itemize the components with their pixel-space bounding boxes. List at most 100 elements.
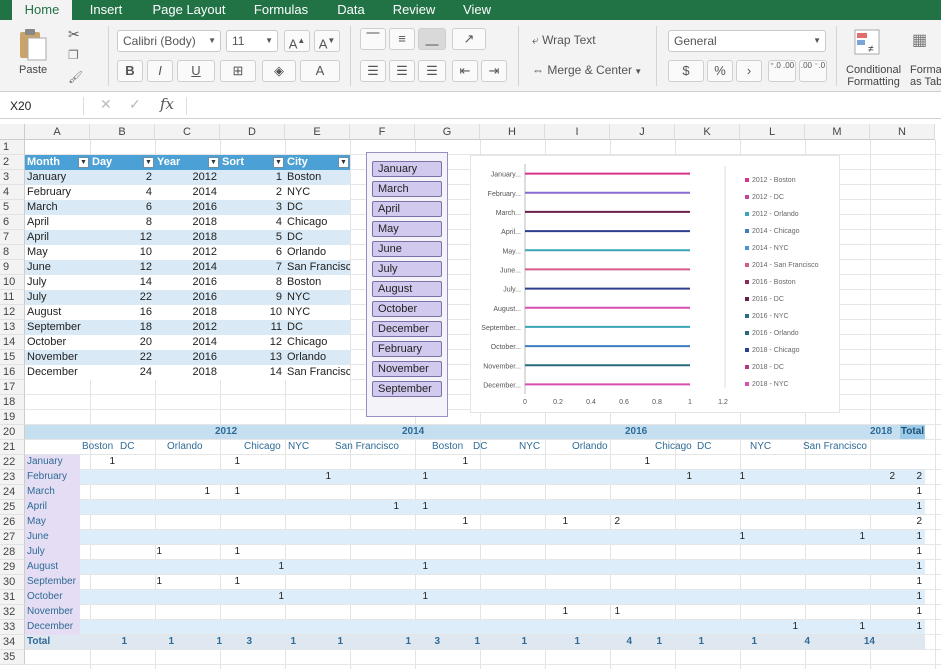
- copy-icon[interactable]: ❐: [68, 48, 79, 62]
- column-header-n[interactable]: N: [870, 124, 935, 140]
- row-header-18[interactable]: 18: [0, 395, 25, 410]
- table-cell[interactable]: 8: [220, 275, 285, 290]
- font-size-select[interactable]: 11 ▼: [226, 30, 278, 52]
- pivot-value[interactable]: 1: [853, 530, 865, 544]
- pivot-grand-total[interactable]: 1: [397, 635, 411, 649]
- slicer-item-october[interactable]: October: [372, 301, 442, 317]
- pivot-value[interactable]: 2: [608, 515, 620, 529]
- column-header-b[interactable]: B: [90, 124, 155, 140]
- select-all-corner[interactable]: [0, 124, 25, 140]
- align-left-button[interactable]: ☰: [360, 60, 386, 82]
- pivot-value[interactable]: 1: [198, 485, 210, 499]
- table-cell[interactable]: Boston: [285, 275, 350, 290]
- row-header-3[interactable]: 3: [0, 170, 25, 185]
- table-cell[interactable]: DC: [285, 200, 350, 215]
- table-cell[interactable]: DC: [285, 320, 350, 335]
- table-cell[interactable]: March: [25, 200, 90, 215]
- pivot-city-header[interactable]: Chicago: [244, 440, 281, 454]
- column-header-i[interactable]: I: [545, 124, 610, 140]
- table-cell[interactable]: 2014: [155, 185, 220, 200]
- formula-input[interactable]: [186, 97, 936, 115]
- pivot-year-2018[interactable]: 2018: [870, 425, 892, 439]
- percent-button[interactable]: %: [707, 60, 733, 82]
- table-cell[interactable]: San Francisco: [285, 365, 350, 380]
- decrease-decimal-button[interactable]: .00 ⁻.0: [799, 60, 827, 82]
- row-header-27[interactable]: 27: [0, 530, 25, 545]
- pivot-grand-total[interactable]: 1: [208, 635, 222, 649]
- table-cell[interactable]: NYC: [285, 305, 350, 320]
- table-cell[interactable]: 18: [90, 320, 155, 335]
- pivot-grand-total[interactable]: 1: [513, 635, 527, 649]
- table-cell[interactable]: 24: [90, 365, 155, 380]
- pivot-month-january[interactable]: January: [27, 455, 63, 469]
- table-cell[interactable]: 12: [220, 335, 285, 350]
- table-cell[interactable]: 2018: [155, 230, 220, 245]
- slicer-item-december[interactable]: December: [372, 321, 442, 337]
- pivot-value[interactable]: 1: [387, 500, 399, 514]
- slicer-item-march[interactable]: March: [372, 181, 442, 197]
- pivot-city-header[interactable]: Orlando: [572, 440, 608, 454]
- row-header-13[interactable]: 13: [0, 320, 25, 335]
- table-header-month[interactable]: Month ▼: [25, 155, 90, 170]
- pivot-value[interactable]: 1: [910, 530, 922, 544]
- row-header-4[interactable]: 4: [0, 185, 25, 200]
- row-header-22[interactable]: 22: [0, 455, 25, 470]
- align-bottom-button[interactable]: ⎽: [418, 28, 446, 50]
- table-cell[interactable]: 2014: [155, 335, 220, 350]
- pivot-value[interactable]: 1: [150, 545, 162, 559]
- table-cell[interactable]: 12: [90, 230, 155, 245]
- row-header-5[interactable]: 5: [0, 200, 25, 215]
- pivot-value[interactable]: 1: [228, 545, 240, 559]
- currency-button[interactable]: $: [668, 60, 704, 82]
- row-header-23[interactable]: 23: [0, 470, 25, 485]
- cancel-icon[interactable]: ✕: [100, 96, 112, 113]
- align-middle-button[interactable]: ≡: [389, 28, 415, 50]
- table-cell[interactable]: 5: [220, 230, 285, 245]
- shrink-font-button[interactable]: A▼: [314, 30, 340, 52]
- table-cell[interactable]: 2012: [155, 245, 220, 260]
- pivot-year-2014[interactable]: 2014: [402, 425, 424, 439]
- function-icon[interactable]: fx: [160, 95, 174, 113]
- paste-button[interactable]: [14, 28, 50, 62]
- orientation-button[interactable]: ↗: [452, 28, 486, 50]
- tab-page-layout[interactable]: Page Layout: [144, 0, 234, 20]
- row-header-7[interactable]: 7: [0, 230, 25, 245]
- table-cell[interactable]: 2014: [155, 260, 220, 275]
- pivot-city-header[interactable]: Boston: [82, 440, 113, 454]
- pivot-value[interactable]: 1: [416, 560, 428, 574]
- row-header-12[interactable]: 12: [0, 305, 25, 320]
- table-cell[interactable]: April: [25, 230, 90, 245]
- row-header-16[interactable]: 16: [0, 365, 25, 380]
- table-header-city[interactable]: City ▼: [285, 155, 350, 170]
- row-header-31[interactable]: 31: [0, 590, 25, 605]
- table-cell[interactable]: 22: [90, 290, 155, 305]
- table-cell[interactable]: 2: [220, 185, 285, 200]
- tab-review[interactable]: Review: [386, 0, 442, 20]
- enter-icon[interactable]: ✓: [129, 96, 141, 113]
- pivot-grand-total[interactable]: 1: [282, 635, 296, 649]
- table-cell[interactable]: 10: [90, 245, 155, 260]
- pivot-value[interactable]: 1: [272, 560, 284, 574]
- filter-dropdown-icon[interactable]: ▼: [143, 157, 154, 168]
- pivot-city-header[interactable]: Orlando: [167, 440, 203, 454]
- table-cell[interactable]: July: [25, 275, 90, 290]
- pivot-city-header[interactable]: Boston: [432, 440, 463, 454]
- table-cell[interactable]: 1: [220, 170, 285, 185]
- pivot-grand-total[interactable]: 1: [113, 635, 127, 649]
- pivot-grand-total[interactable]: 3: [238, 635, 252, 649]
- row-header-30[interactable]: 30: [0, 575, 25, 590]
- pivot-value[interactable]: 1: [103, 455, 115, 469]
- pivot-month-april[interactable]: April: [27, 500, 47, 514]
- row-header-24[interactable]: 24: [0, 485, 25, 500]
- underline-button[interactable]: U: [177, 60, 215, 82]
- month-slicer[interactable]: January March April May June July August Octobe…: [366, 152, 448, 417]
- table-header-day[interactable]: Day ▼: [90, 155, 155, 170]
- column-header-e[interactable]: E: [285, 124, 350, 140]
- pivot-value[interactable]: 1: [733, 530, 745, 544]
- table-cell[interactable]: Orlando: [285, 245, 350, 260]
- pivot-grand-total[interactable]: 4: [618, 635, 632, 649]
- pivot-grand-total[interactable]: 1: [690, 635, 704, 649]
- align-top-button[interactable]: ⎺: [360, 28, 386, 50]
- row-header-2[interactable]: 2: [0, 155, 25, 170]
- row-header-26[interactable]: 26: [0, 515, 25, 530]
